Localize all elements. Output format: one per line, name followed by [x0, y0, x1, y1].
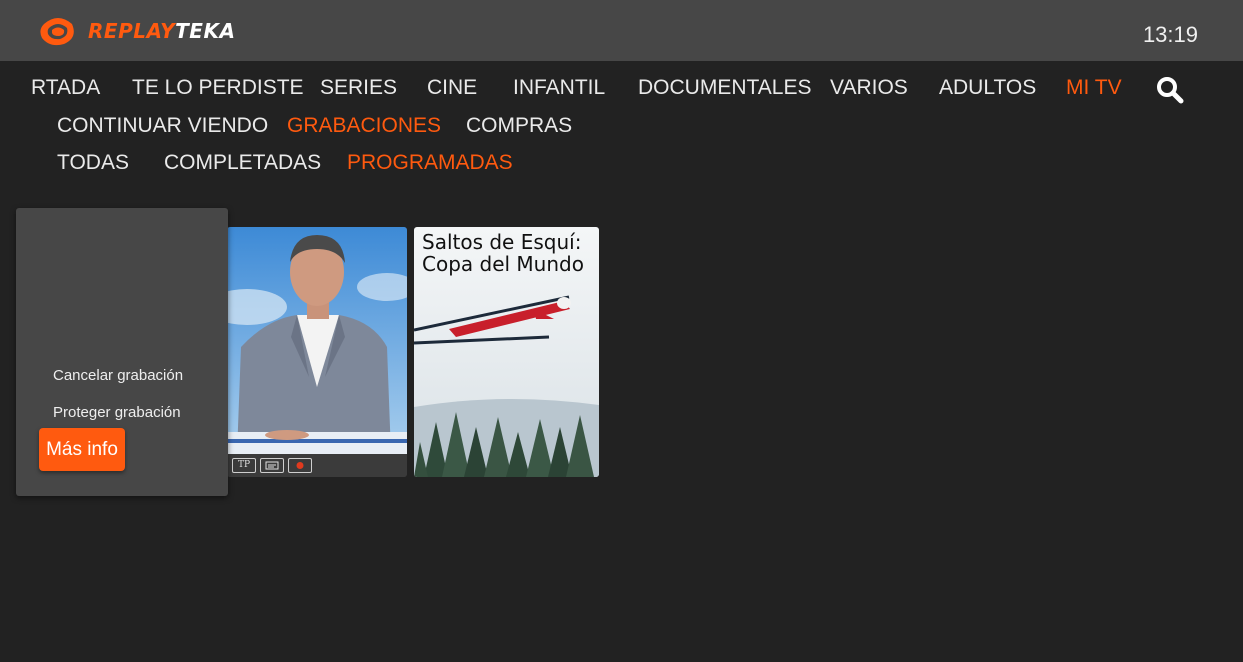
filter-todas[interactable]: TODAS [57, 151, 129, 175]
tab-continuar-viendo[interactable]: CONTINUAR VIENDO [57, 114, 268, 138]
recording-card[interactable]: Saltos de Esquí: Copa del Mundo [414, 227, 599, 477]
main-nav: RTADA TE LO PERDISTE SERIES CINE INFANTI… [0, 76, 1243, 102]
context-menu: Cancelar grabación Proteger grabación Má… [16, 208, 228, 496]
clock: 13:19 [1142, 22, 1198, 47]
nav-item-varios[interactable]: VARIOS [830, 76, 908, 100]
filter-programadas[interactable]: PROGRAMADAS [347, 151, 513, 175]
replayteka-logo-icon [40, 18, 74, 46]
channel-logo-icon [288, 458, 312, 473]
filter-nav: TODAS COMPLETADAS PROGRAMADAS [0, 151, 1243, 177]
search-icon[interactable] [1156, 76, 1184, 104]
protect-recording-option[interactable]: Proteger grabación [53, 404, 181, 421]
tp-badge: TP [232, 458, 256, 473]
filter-completadas[interactable]: COMPLETADAS [164, 151, 321, 175]
sub-nav: CONTINUAR VIENDO GRABACIONES COMPRAS [0, 114, 1243, 140]
top-bar: REPLAYTEKA 13:19 [0, 0, 1243, 61]
tab-compras[interactable]: COMPRAS [466, 114, 572, 138]
recording-card[interactable]: TP [227, 227, 407, 477]
nav-item-cine[interactable]: CINE [427, 76, 477, 100]
poster-title: Saltos de Esquí: Copa del Mundo [422, 230, 584, 276]
brand-name: REPLAYTEKA [88, 19, 236, 43]
card-footer: TP [227, 454, 407, 477]
subtitles-icon [260, 458, 284, 473]
nav-item-series[interactable]: SERIES [320, 76, 397, 100]
nav-item-mi-tv[interactable]: MI TV [1066, 76, 1122, 100]
more-info-button[interactable]: Más info [39, 428, 125, 471]
tab-grabaciones[interactable]: GRABACIONES [287, 114, 441, 138]
nav-item-infantil[interactable]: INFANTIL [513, 76, 605, 100]
card-thumbnail [227, 227, 407, 454]
nav-item-portada[interactable]: RTADA [31, 76, 100, 100]
cancel-recording-option[interactable]: Cancelar grabación [53, 367, 183, 384]
nav-item-adultos[interactable]: ADULTOS [939, 76, 1036, 100]
brand-logo[interactable]: REPLAYTEKA [38, 14, 235, 48]
nav-item-te-lo-perdiste[interactable]: TE LO PERDISTE [132, 76, 304, 100]
nav-item-documentales[interactable]: DOCUMENTALES [638, 76, 811, 100]
